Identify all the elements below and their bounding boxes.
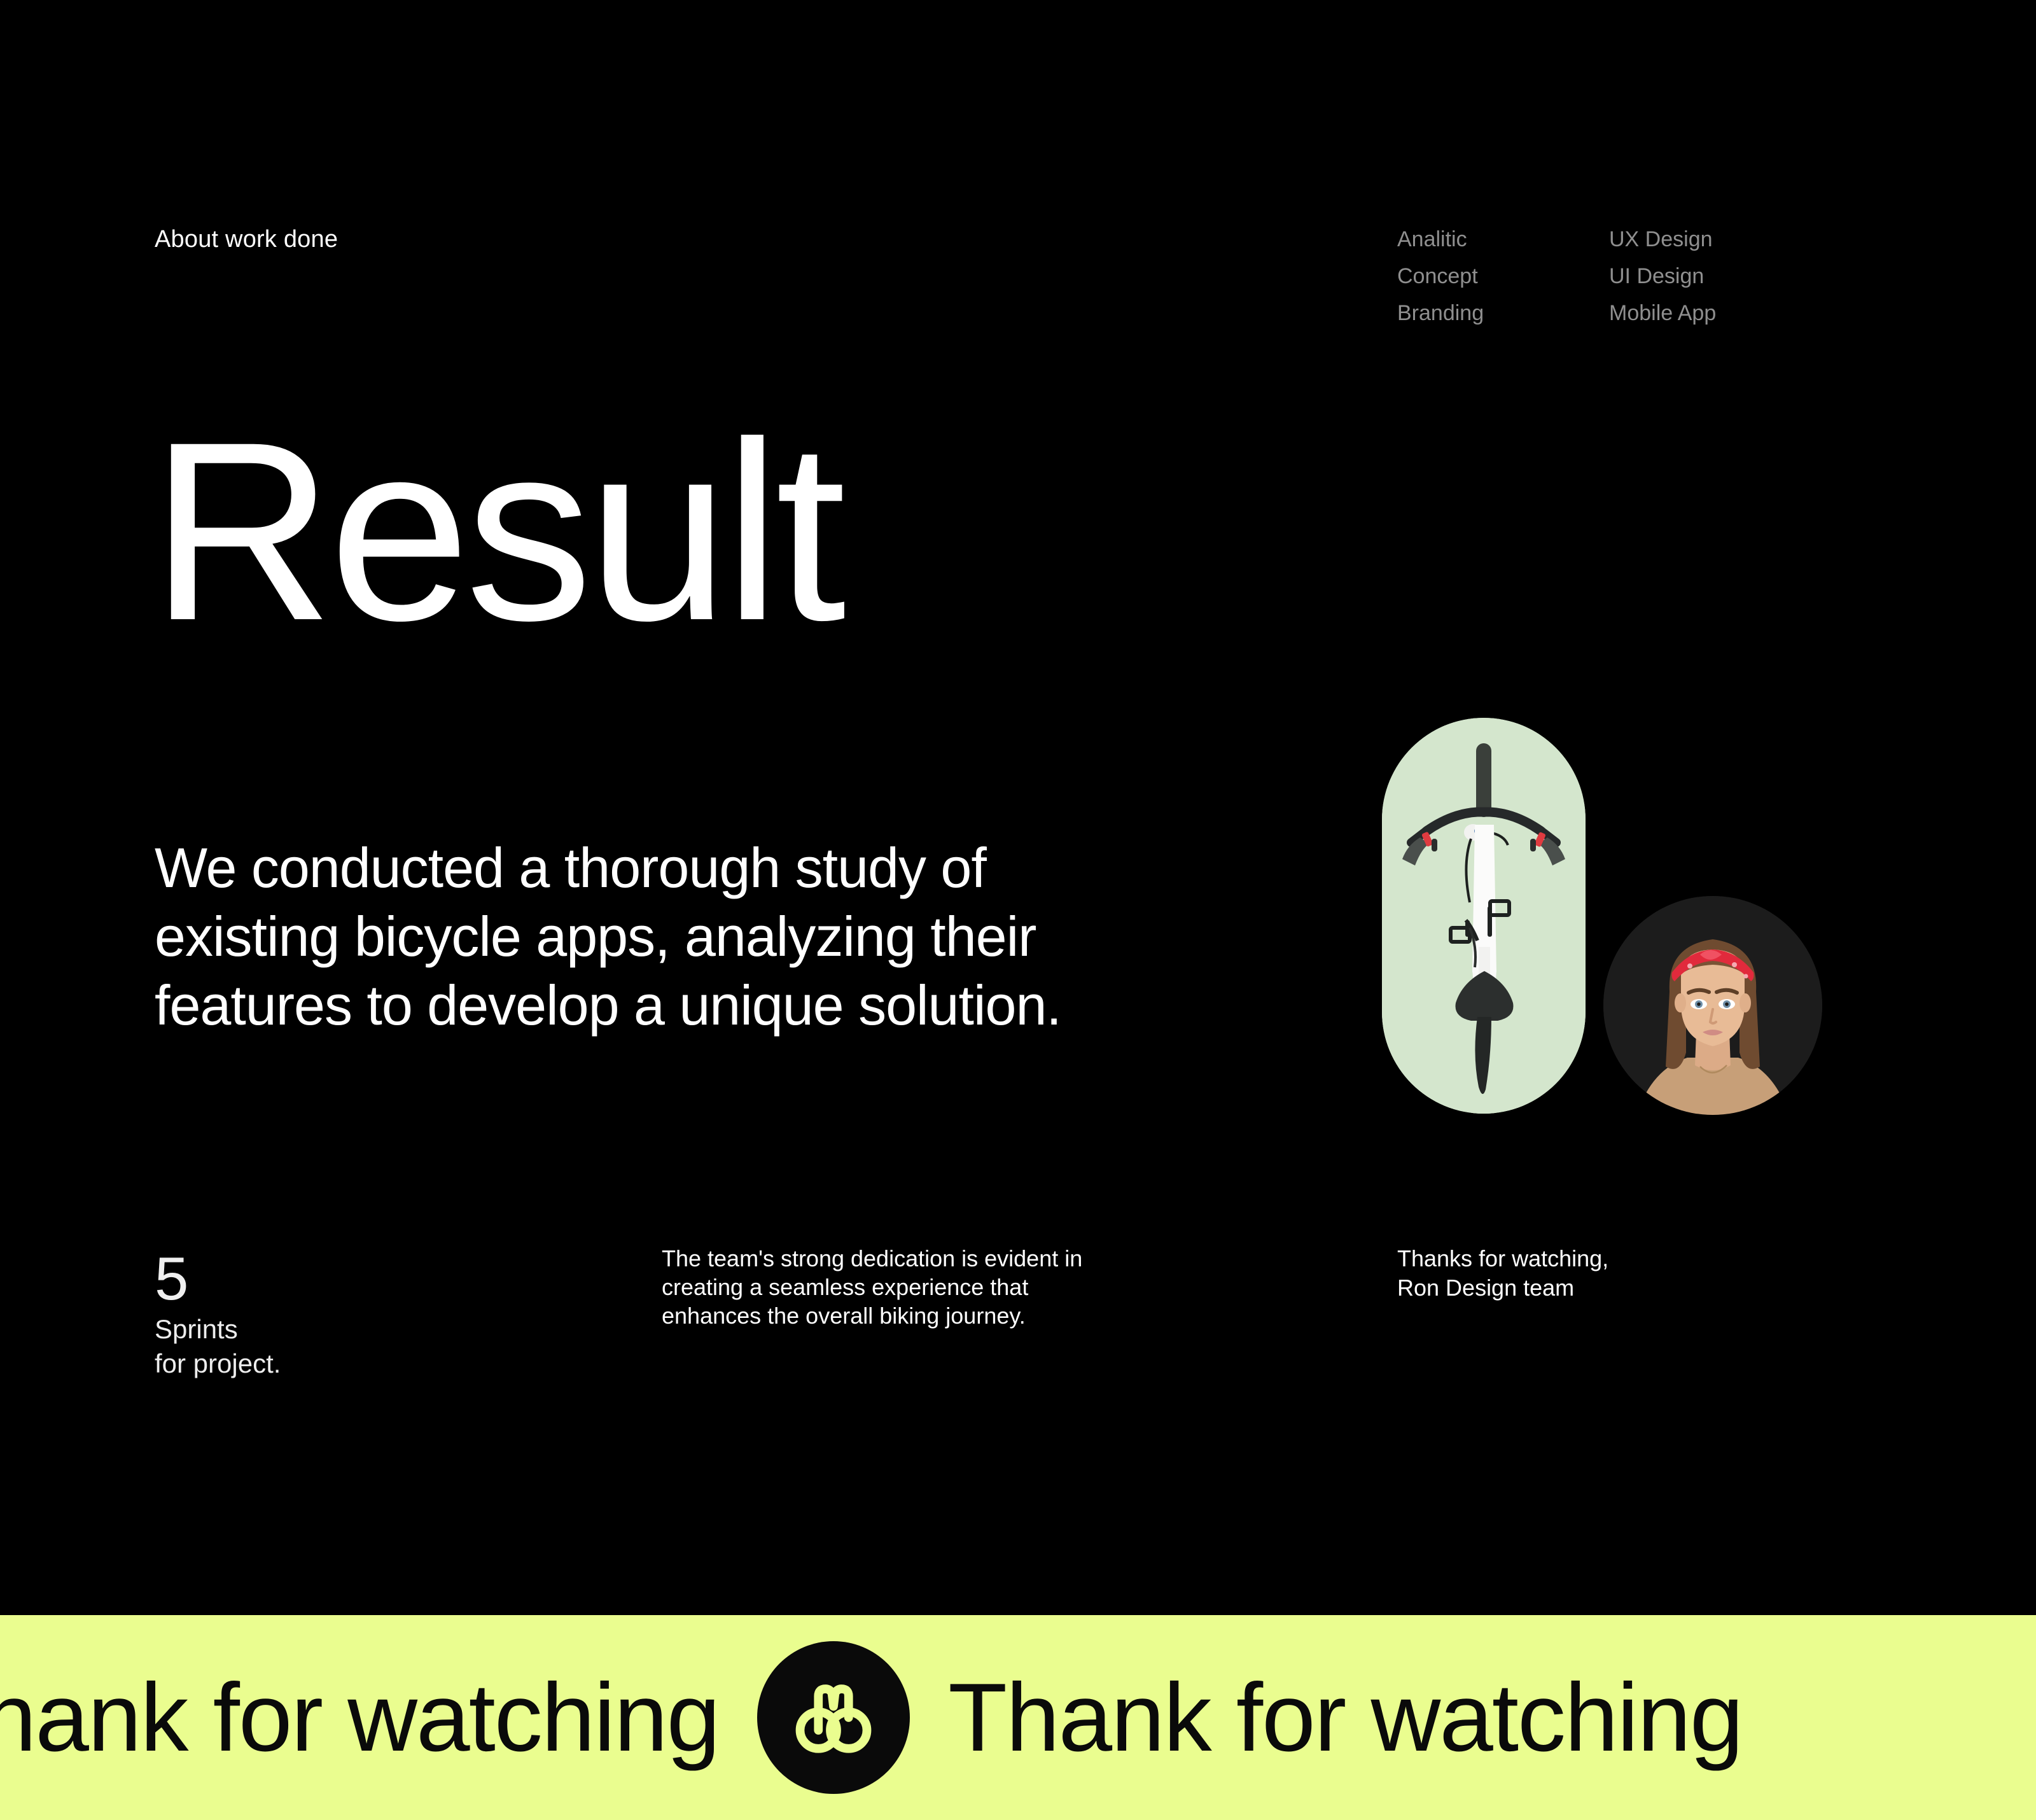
- service-tag-concept[interactable]: Concept: [1397, 265, 1534, 288]
- dedication-note-line-1: The team's strong dedication is evident …: [662, 1245, 1083, 1271]
- signoff-block: Thanks for watching, Ron Design team: [1397, 1244, 1804, 1303]
- page-title: Result: [150, 389, 846, 673]
- avatar: [1603, 896, 1822, 1115]
- signoff-line-2: Ron Design team: [1397, 1275, 1575, 1301]
- marquee-track: Thank for watching Thank for watching: [0, 1641, 1743, 1794]
- bicycle-photo-card: [1382, 718, 1586, 1114]
- bicycle-logo-icon: [795, 1684, 872, 1753]
- service-tag-column-1: Analitic Concept Branding: [1397, 228, 1534, 325]
- service-tag-mobile-app[interactable]: Mobile App: [1609, 302, 1746, 325]
- sprint-label-line-2: for project.: [155, 1348, 281, 1378]
- service-tag-column-2: UX Design UI Design Mobile App: [1609, 228, 1746, 325]
- signoff-line-1: Thanks for watching,: [1397, 1245, 1609, 1271]
- service-tag-ui-design[interactable]: UI Design: [1609, 265, 1746, 288]
- service-tag-list: Analitic Concept Branding UX Design UI D…: [1397, 228, 1746, 325]
- lead-paragraph: We conducted a thorough study of existin…: [155, 836, 1062, 1037]
- marquee-text-right: Thank for watching: [948, 1663, 1743, 1772]
- dedication-note-line-3: enhances the overall biking journey.: [662, 1303, 1026, 1329]
- bicycle-top-view-illustration: [1382, 718, 1586, 1114]
- service-tag-analitic[interactable]: Analitic: [1397, 228, 1534, 251]
- eyebrow-label: About work done: [155, 226, 338, 253]
- marquee-banner: Thank for watching Thank for watching: [0, 1615, 2036, 1820]
- page-header: About work done Analitic Concept Brandin…: [0, 0, 2036, 356]
- team-member-portrait-illustration: [1603, 896, 1822, 1115]
- sprint-stat-block: 5 Sprints for project.: [155, 1245, 536, 1381]
- dedication-note-line-2: creating a seamless experience that: [662, 1274, 1029, 1300]
- service-tag-branding[interactable]: Branding: [1397, 302, 1534, 325]
- sprint-count: 5: [155, 1245, 188, 1313]
- service-tag-ux-design[interactable]: UX Design: [1609, 228, 1746, 251]
- brand-logo[interactable]: [757, 1641, 910, 1794]
- sprint-label-line-1: Sprints: [155, 1314, 238, 1344]
- dedication-note: The team's strong dedication is evident …: [662, 1244, 1120, 1330]
- marquee-text-left: Thank for watching: [0, 1663, 720, 1772]
